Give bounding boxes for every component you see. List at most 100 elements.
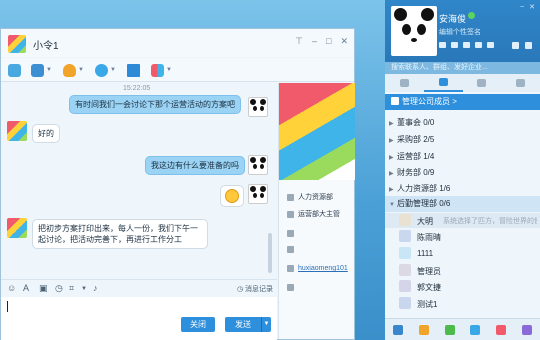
group-item[interactable]: ▶ 人力资源部 1/6	[389, 183, 450, 194]
message-scrollbar[interactable]	[268, 233, 272, 273]
emoji-message[interactable]	[220, 185, 244, 207]
contact-search-input[interactable]: 搜索联系人、群组、发好企业...	[385, 62, 540, 74]
contact-name[interactable]: 小令1	[33, 37, 59, 52]
voice-button[interactable]: ▼	[63, 62, 84, 78]
emoji-icon[interactable]: ☺	[7, 283, 16, 293]
chat-icon	[399, 79, 409, 87]
shake-icon[interactable]: ◷	[55, 283, 63, 294]
manage-company-banner[interactable]: 管理公司成员 >	[385, 94, 540, 110]
member-avatar	[399, 280, 411, 292]
close-icon[interactable]: ✕	[529, 3, 535, 11]
sender-avatar[interactable]	[7, 121, 27, 141]
message-row: 好的	[32, 124, 60, 143]
chat-window: 小令1 ⊤ – □ ✕ ▼ ▼ ▼ ▼ 15:22:05 有时间我们一会讨论下那…	[0, 28, 355, 340]
user-avatar[interactable]	[391, 6, 437, 56]
info-mobile	[287, 246, 294, 253]
online-status-icon[interactable]	[468, 12, 475, 19]
pin-icon[interactable]: ⊤	[295, 36, 303, 47]
member-item[interactable]: 陈雨晴	[385, 229, 540, 244]
maximize-icon[interactable]: □	[326, 36, 331, 47]
group-item[interactable]: ▶ 财务部 0/9	[389, 167, 434, 178]
chevron-down-icon: ▼	[389, 202, 395, 208]
info-extra	[287, 284, 294, 291]
member-avatar	[399, 297, 411, 309]
font-icon[interactable]: A	[23, 283, 29, 293]
tab-messages[interactable]	[385, 74, 424, 92]
close-icon[interactable]: ✕	[340, 36, 348, 47]
sender-avatar[interactable]	[7, 218, 27, 238]
message-area[interactable]: 15:22:05 有时间我们一会讨论下那个运营活动的方案吧 好的 我这边有什么要…	[1, 83, 277, 278]
add-user-icon	[8, 63, 21, 77]
cloud-icon[interactable]	[512, 42, 519, 49]
group-item-expanded[interactable]: ▼ 后勤管理部 0/6	[385, 196, 540, 212]
mobile-icon	[287, 246, 294, 253]
file-transfer-icon[interactable]	[470, 324, 481, 335]
member-item[interactable]: 1111	[385, 246, 540, 261]
signature-field[interactable]: 编辑个性签名	[439, 27, 481, 37]
search-icon[interactable]	[522, 324, 533, 335]
self-avatar[interactable]	[248, 155, 268, 175]
company-icon	[391, 97, 399, 105]
message-history-link[interactable]: ◷ 消息记录	[237, 284, 273, 294]
panel-window-controls: – ✕	[520, 3, 535, 11]
mail-icon[interactable]	[439, 42, 446, 48]
main-menu-icon[interactable]	[392, 324, 403, 335]
message-bubble-in[interactable]: 好的	[32, 124, 60, 143]
location-icon	[287, 284, 294, 291]
add-member-button[interactable]	[8, 62, 21, 78]
tab-groups[interactable]	[463, 74, 502, 92]
group-item[interactable]: ▶ 采购部 2/5	[389, 134, 434, 145]
contact-panel: 安海俊 编辑个性签名 – ✕ 搜索联系人、群组、发好企业... 管理公司成员 >…	[385, 0, 540, 340]
screen-share-button[interactable]	[127, 62, 140, 78]
message-row: 有时间我们一会讨论下那个运营活动的方案吧	[69, 95, 241, 114]
message-bubble-in[interactable]: 把初步方案打印出来，每人一份，我们下午一起讨论，把活动完善下，再进行工作分工	[32, 219, 208, 249]
folder-icon[interactable]	[451, 42, 458, 48]
star-icon[interactable]	[487, 42, 494, 48]
contact-avatar[interactable]	[8, 35, 26, 53]
member-item[interactable]: 郭文捷	[385, 279, 540, 294]
group-item[interactable]: ▶ 董事会 0/0	[389, 117, 434, 128]
phone-icon	[287, 230, 294, 237]
app-center-icon[interactable]	[418, 324, 429, 335]
settings-icon[interactable]	[525, 42, 532, 49]
group-item[interactable]: ▶ 运营部 1/4	[389, 151, 434, 162]
file-button[interactable]: ▼	[31, 62, 52, 78]
message-bubble-out[interactable]: 有时间我们一会讨论下那个运营活动的方案吧	[69, 95, 241, 114]
minimize-icon[interactable]: –	[312, 36, 317, 47]
department-icon	[287, 193, 294, 201]
send-button[interactable]: 发送 ▼	[225, 317, 271, 332]
profile-tools	[512, 42, 532, 49]
mail-icon	[287, 265, 294, 272]
minimize-icon[interactable]: –	[520, 3, 524, 11]
user-name[interactable]: 安海俊	[439, 12, 466, 25]
chevron-down-icon: ▼	[166, 67, 172, 73]
chevron-down-icon[interactable]: ▼	[81, 286, 87, 292]
notification-icon[interactable]	[496, 324, 507, 335]
image-icon[interactable]: ▣	[39, 283, 48, 294]
group-icon	[477, 79, 487, 87]
video-button[interactable]: ▼	[95, 62, 116, 78]
self-avatar[interactable]	[248, 184, 268, 204]
apps-button[interactable]: ▼	[151, 62, 172, 78]
message-bubble-out[interactable]: 我这边有什么要准备的吗	[145, 156, 245, 175]
tab-contacts[interactable]	[501, 74, 540, 92]
member-item[interactable]: 测试1	[385, 296, 540, 311]
tab-organization[interactable]	[423, 74, 463, 92]
screenshot-icon[interactable]: ⌗	[69, 283, 74, 294]
member-avatar	[399, 247, 411, 259]
calendar-icon[interactable]	[475, 42, 482, 48]
self-avatar[interactable]	[248, 97, 268, 117]
microphone-icon	[63, 63, 76, 77]
member-avatar	[399, 230, 411, 242]
panel-bottom-bar	[385, 318, 540, 340]
member-item[interactable]: 管理员	[385, 263, 540, 278]
close-button[interactable]: 关闭	[181, 317, 215, 332]
member-item[interactable]: 大明系统选择了匹方，冒险世界的使只	[385, 213, 540, 228]
microphone-icon[interactable]: ♪	[93, 283, 98, 293]
send-button-label: 发送	[235, 320, 251, 329]
contacts-icon[interactable]	[463, 42, 470, 48]
chevron-right-icon: ▶	[389, 187, 394, 193]
message-center-icon[interactable]	[444, 324, 455, 335]
apps-grid-icon	[151, 63, 164, 77]
send-options-dropdown[interactable]: ▼	[261, 317, 271, 332]
